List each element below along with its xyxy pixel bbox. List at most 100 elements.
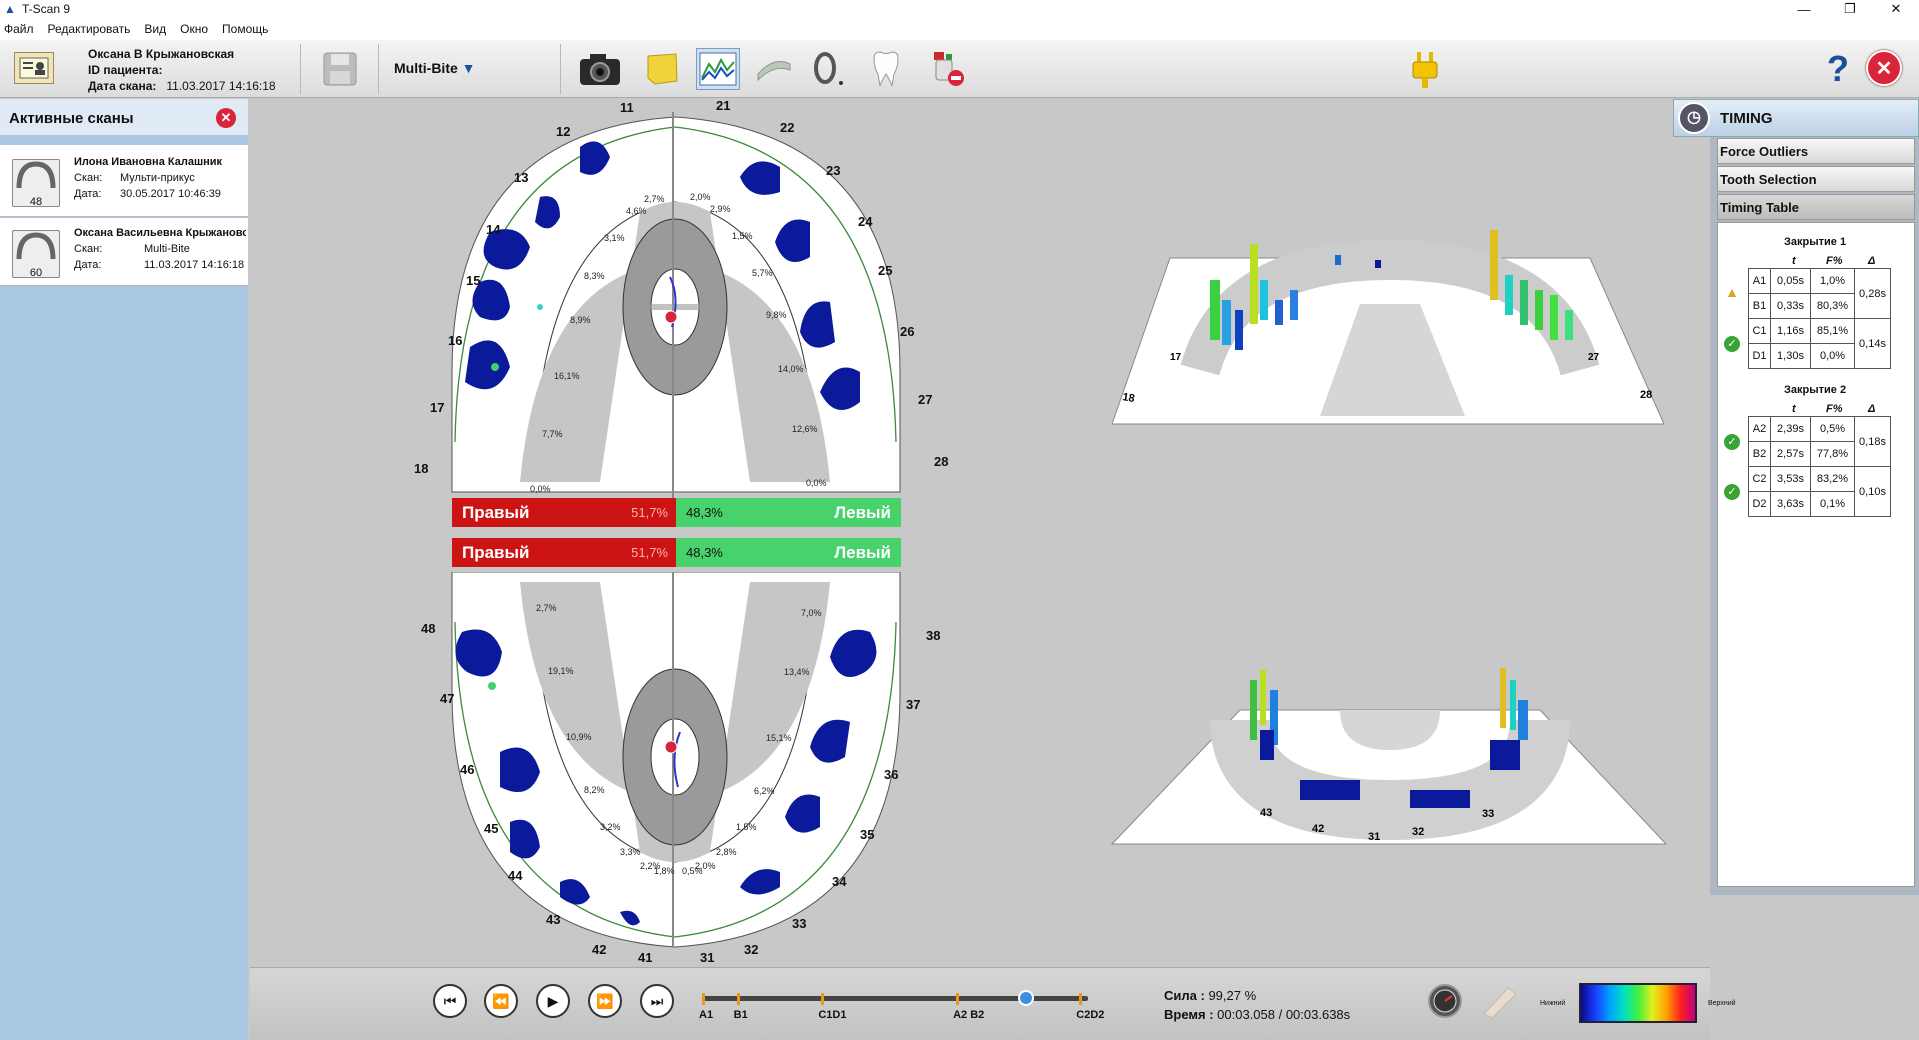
row-id: A2 xyxy=(1748,416,1771,442)
table-row[interactable]: A1 0,05s 1,0% 0,28s xyxy=(1748,268,1891,319)
close-window-button[interactable]: ✕ xyxy=(1873,0,1919,18)
tooth-number: 37 xyxy=(906,697,921,712)
force-color-scale xyxy=(1579,983,1697,1023)
play-button[interactable]: ▶ xyxy=(536,984,570,1018)
toolbar-separator xyxy=(560,44,561,94)
table-row[interactable]: C1 1,16s 85,1% 0,14s xyxy=(1748,318,1891,369)
patient-info: Оксана В Крыжановская ID пациента: Дата … xyxy=(88,46,276,94)
row-time: 2,57s xyxy=(1770,441,1811,467)
force-row: Сила : 99,27 % xyxy=(1164,986,1350,1005)
lower-arch-3d[interactable]: 43 42 31 32 33 xyxy=(1110,660,1670,850)
force-percent: 9,8% xyxy=(766,310,787,320)
rewind-icon: ⏪ xyxy=(492,992,510,1009)
balance-left-label: Левый xyxy=(834,502,891,522)
upper-arch-3d[interactable]: 18 17 27 28 xyxy=(1110,220,1670,440)
scan-date-label: Дата: xyxy=(74,188,102,200)
scan-date-value: 30.05.2017 10:46:39 xyxy=(120,188,221,200)
lower-arch-2d[interactable] xyxy=(450,572,910,952)
timeline-marker xyxy=(821,993,825,1005)
column-header: t xyxy=(1792,255,1796,267)
fast-forward-icon: ⏩ xyxy=(596,992,614,1009)
scale-low-label: Нижний xyxy=(1540,1000,1566,1007)
tooth-icon xyxy=(873,51,899,87)
tab-timing-table[interactable]: Timing Table xyxy=(1717,194,1915,220)
tooth-number: 48 xyxy=(421,621,436,636)
tooth-number: 43 xyxy=(546,912,561,927)
arch-3d-label: 42 xyxy=(1312,823,1324,835)
scan-patient-name: Оксана Васильевна Крыжановская xyxy=(74,227,246,239)
close-icon: ✕ xyxy=(1875,57,1893,80)
patient-card-icon xyxy=(19,57,49,79)
row-id: D2 xyxy=(1748,491,1771,517)
minimize-button[interactable]: — xyxy=(1781,0,1827,18)
tooth-number: 27 xyxy=(918,392,933,407)
row-force: 77,8% xyxy=(1810,441,1855,467)
tooth-number: 22 xyxy=(780,120,795,135)
tooth-number: 42 xyxy=(592,942,607,957)
tab-force-outliers[interactable]: Force Outliers xyxy=(1717,138,1915,164)
force-percent: 3,3% xyxy=(620,847,641,857)
help-button[interactable]: ? xyxy=(1820,48,1856,90)
close-scans-button[interactable]: ✕ xyxy=(216,108,236,128)
scan-date-value: 11.03.2017 14:16:18 xyxy=(166,79,276,93)
row-force: 0,1% xyxy=(1810,491,1855,517)
notes-button[interactable] xyxy=(642,48,682,90)
sensor-button[interactable] xyxy=(808,48,848,90)
tooth-number: 16 xyxy=(448,333,463,348)
row-time: 1,30s xyxy=(1770,343,1811,369)
closure-title: Закрытие 1 xyxy=(1784,236,1847,248)
tab-tooth-selection[interactable]: Tooth Selection xyxy=(1717,166,1915,192)
timeline-marker xyxy=(1079,993,1083,1005)
tooth-number: 17 xyxy=(430,400,445,415)
force-percent: 1,5% xyxy=(732,231,753,241)
exit-button[interactable]: ✕ xyxy=(1866,50,1902,86)
table-row[interactable]: C2 3,53s 83,2% 0,10s xyxy=(1748,466,1891,517)
menu-window[interactable]: Окно xyxy=(180,22,208,36)
rewind-button[interactable]: ⏪ xyxy=(484,984,518,1018)
mode-dropdown[interactable]: Multi-Bite ▼ xyxy=(394,60,476,76)
tooth-number: 13 xyxy=(514,170,529,185)
column-header: t xyxy=(1792,403,1796,415)
scan-date-label: Дата скана: xyxy=(88,79,157,93)
tooth-number: 12 xyxy=(556,124,571,139)
menu-file[interactable]: Файл xyxy=(4,22,34,36)
menu-view[interactable]: Вид xyxy=(144,22,166,36)
skip-to-start-button[interactable]: ⏮ xyxy=(433,984,467,1018)
restore-button[interactable]: ❐ xyxy=(1827,0,1873,18)
menu-help[interactable]: Помощь xyxy=(222,22,268,36)
row-force: 0,5% xyxy=(1810,416,1855,442)
skip-to-end-button[interactable]: ⏭ xyxy=(640,984,674,1018)
upper-balance-right: Правый 51,7% xyxy=(452,498,676,527)
gauge-button[interactable] xyxy=(1428,984,1462,1018)
active-scans-title: Активные сканы xyxy=(9,110,134,127)
patient-card-button[interactable] xyxy=(14,52,54,84)
tooth-number: 24 xyxy=(858,214,873,229)
menu-edit[interactable]: Редактировать xyxy=(48,22,131,36)
tooth-button[interactable] xyxy=(866,48,906,90)
force-graph-button[interactable] xyxy=(696,48,740,90)
eraser-icon xyxy=(1483,987,1517,1019)
arch-3d-label: 33 xyxy=(1482,808,1494,820)
strip-button[interactable] xyxy=(752,48,796,90)
arch-thumbnail-icon: 60 xyxy=(12,230,60,279)
arch-3d-label: 31 xyxy=(1368,831,1380,843)
row-time: 1,16s xyxy=(1770,318,1811,344)
save-button[interactable] xyxy=(320,48,360,90)
arch-icon xyxy=(16,232,56,260)
eraser-button[interactable] xyxy=(1480,984,1520,1020)
camera-button[interactable] xyxy=(576,48,624,90)
scan-item[interactable]: 48 Илона Ивановна Калашник Скан: Мульти-п… xyxy=(0,145,248,217)
scan-item[interactable]: 60 Оксана Васильевна Крыжановская Скан: M… xyxy=(0,218,248,286)
connect-plug-button[interactable] xyxy=(1406,48,1444,92)
disconnect-sensor-button[interactable] xyxy=(924,48,968,90)
column-header: F% xyxy=(1826,255,1843,267)
timing-panel-header[interactable]: ◷ TIMING xyxy=(1673,99,1919,137)
fast-forward-button[interactable]: ⏩ xyxy=(588,984,622,1018)
column-header: F% xyxy=(1826,403,1843,415)
tooth-number: 23 xyxy=(826,163,841,178)
balance-right-value: 51,7% xyxy=(631,505,668,520)
tooth-number: 15 xyxy=(466,273,481,288)
skip-end-icon: ⏭ xyxy=(650,992,664,1009)
table-row[interactable]: A2 2,39s 0,5% 0,18s xyxy=(1748,416,1891,467)
balance-left-value: 48,3% xyxy=(686,545,723,560)
